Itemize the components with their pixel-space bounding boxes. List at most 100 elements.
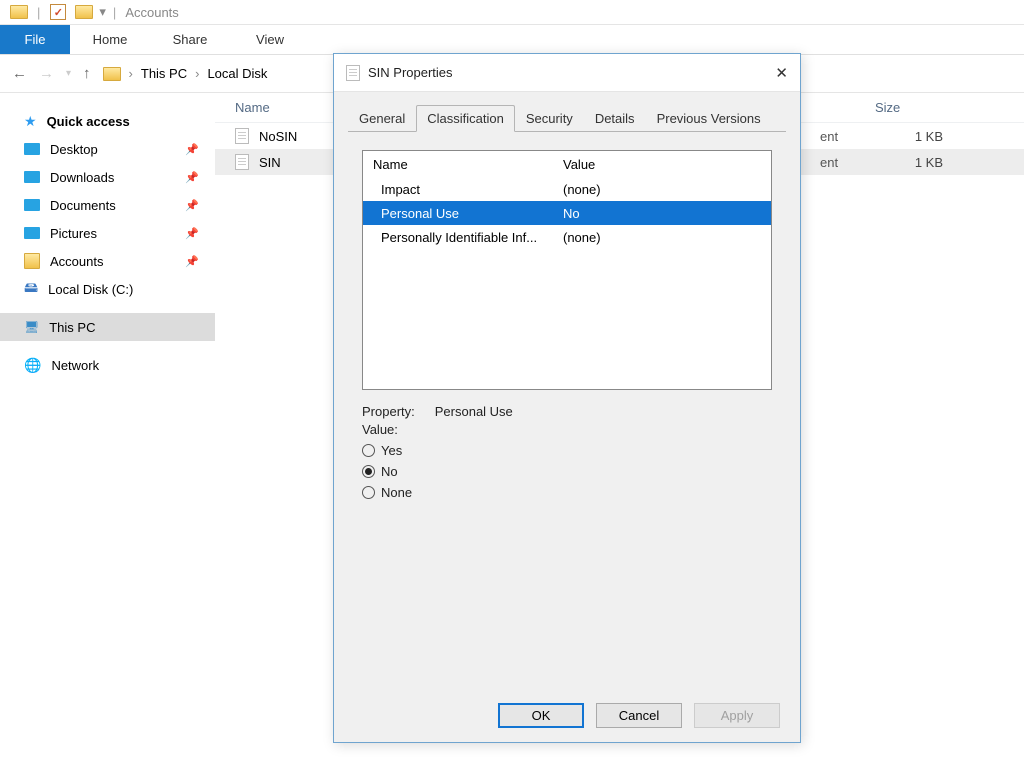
pin-icon: 📌 (185, 227, 199, 240)
sidebar-item-local-disk[interactable]: 🖴 Local Disk (C:) (0, 275, 215, 303)
classification-list: Name Value Impact (none) Personal Use No… (362, 150, 772, 390)
sidebar-item-label: Desktop (50, 142, 98, 157)
breadcrumb-item[interactable]: Local Disk (207, 66, 267, 81)
header-name[interactable]: Name (373, 157, 563, 172)
file-size: 1 KB (875, 155, 955, 170)
file-type: ent (820, 155, 875, 170)
nav-pane: ★ Quick access Desktop 📌 Downloads 📌 Docume… (0, 93, 215, 766)
sidebar-item-label: Documents (50, 198, 116, 213)
desktop-icon (24, 143, 40, 155)
property-value: No (563, 206, 771, 221)
sidebar-item-label: Quick access (47, 114, 130, 129)
file-name: SIN (259, 155, 281, 170)
up-button[interactable]: ↑ (83, 65, 91, 82)
pin-icon: 📌 (185, 171, 199, 184)
sidebar-item-label: Downloads (50, 170, 114, 185)
property-current: Personal Use (435, 404, 513, 419)
tab-view[interactable]: View (230, 25, 310, 54)
sidebar-item-this-pc[interactable]: 🖥 This PC (0, 313, 215, 341)
sidebar-item-pictures[interactable]: Pictures 📌 (0, 219, 215, 247)
dialog-buttons: OK Cancel Apply (498, 703, 780, 728)
chevron-down-icon[interactable]: ▾ (99, 4, 106, 20)
sidebar-item-label: This PC (49, 320, 95, 335)
sidebar-item-documents[interactable]: Documents 📌 (0, 191, 215, 219)
dialog-titlebar: SIN Properties ✕ (334, 54, 800, 92)
pictures-icon (24, 227, 40, 239)
radio-label: None (381, 485, 412, 500)
radio-icon (362, 465, 375, 478)
chevron-right-icon: › (195, 66, 199, 81)
sidebar-item-label: Network (51, 358, 99, 373)
file-icon (346, 65, 360, 81)
property-name: Impact (381, 182, 563, 197)
column-size[interactable]: Size (875, 100, 955, 115)
file-name: NoSIN (259, 129, 297, 144)
tab-home[interactable]: Home (70, 25, 150, 54)
sidebar-item-label: Pictures (50, 226, 97, 241)
tab-security[interactable]: Security (515, 105, 584, 132)
folder-icon (24, 253, 40, 269)
radio-yes[interactable]: Yes (362, 443, 772, 458)
radio-label: No (381, 464, 398, 479)
title-bar: | ✓ ▾ | Accounts (0, 0, 1024, 25)
folder-icon (103, 67, 121, 81)
ribbon-tabs: File Home Share View (0, 25, 1024, 55)
property-value: (none) (563, 182, 771, 197)
file-icon (235, 154, 249, 170)
property-label: Property: (362, 404, 415, 419)
property-row[interactable]: Personally Identifiable Inf... (none) (363, 225, 771, 249)
property-name: Personal Use (381, 206, 563, 221)
property-name: Personally Identifiable Inf... (381, 230, 563, 245)
property-value: (none) (563, 230, 771, 245)
sidebar-item-network[interactable]: 🌐 Network (0, 351, 215, 379)
folder-icon (8, 2, 30, 22)
pin-icon: 📌 (185, 199, 199, 212)
tab-previous-versions[interactable]: Previous Versions (646, 105, 772, 132)
sidebar-item-quick-access[interactable]: ★ Quick access (0, 107, 215, 135)
documents-icon (24, 199, 40, 211)
forward-button[interactable]: → (39, 65, 54, 82)
folder-icon (73, 2, 95, 22)
radio-label: Yes (381, 443, 402, 458)
downloads-icon (24, 171, 40, 183)
tab-classification[interactable]: Classification (416, 105, 515, 132)
dialog-tabs: General Classification Security Details … (334, 98, 800, 132)
property-row[interactable]: Personal Use No (363, 201, 771, 225)
network-icon: 🌐 (24, 357, 41, 374)
disk-icon: 🖴 (24, 277, 38, 301)
separator-icon: | (113, 5, 116, 20)
sidebar-item-accounts[interactable]: Accounts📌 (0, 247, 215, 275)
star-icon: ★ (24, 113, 37, 130)
header-value[interactable]: Value (563, 157, 771, 172)
file-size: 1 KB (875, 129, 955, 144)
file-tab[interactable]: File (0, 25, 70, 54)
tab-share[interactable]: Share (150, 25, 230, 54)
quick-access-toolbar: | ✓ ▾ | (8, 2, 119, 22)
radio-icon (362, 486, 375, 499)
radio-no[interactable]: No (362, 464, 772, 479)
sidebar-item-downloads[interactable]: Downloads 📌 (0, 163, 215, 191)
radio-none[interactable]: None (362, 485, 772, 500)
sidebar-item-desktop[interactable]: Desktop 📌 (0, 135, 215, 163)
apply-button[interactable]: Apply (694, 703, 780, 728)
property-row[interactable]: Impact (none) (363, 177, 771, 201)
pin-icon: 📌 (185, 143, 199, 156)
sidebar-item-label: Local Disk (C:) (48, 282, 133, 297)
value-label: Value: (362, 422, 772, 437)
properties-icon[interactable]: ✓ (47, 2, 69, 22)
cancel-button[interactable]: Cancel (596, 703, 682, 728)
property-editor: Property: Personal Use Value: Yes No Non… (334, 390, 800, 514)
back-button[interactable]: ← (12, 65, 27, 82)
close-button[interactable]: ✕ (775, 64, 788, 82)
file-icon (235, 128, 249, 144)
sidebar-item-label: Accounts (50, 254, 103, 269)
pc-icon: 🖥 (24, 320, 39, 334)
file-type: ent (820, 129, 875, 144)
recent-dropdown[interactable]: ▾ (66, 68, 71, 79)
tab-details[interactable]: Details (584, 105, 646, 132)
breadcrumb-item[interactable]: This PC (141, 66, 187, 81)
tab-general[interactable]: General (348, 105, 416, 132)
chevron-right-icon: › (129, 66, 133, 81)
dialog-title: SIN Properties (368, 65, 775, 80)
ok-button[interactable]: OK (498, 703, 584, 728)
